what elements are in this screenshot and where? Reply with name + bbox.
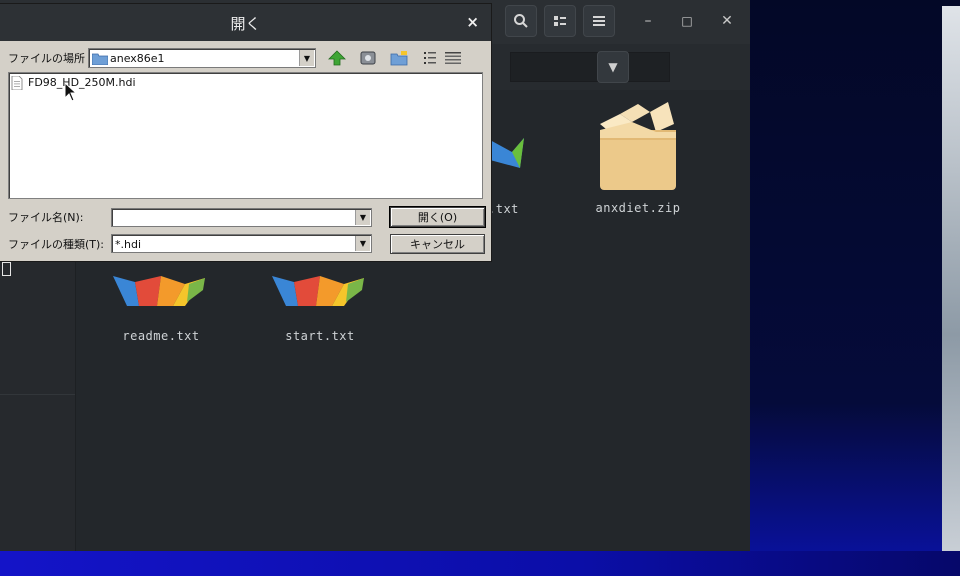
dialog-titlebar: 開く × [0,4,491,41]
filename-input[interactable]: ▼ [111,208,372,227]
list-view-icon [424,52,436,64]
details-view-button[interactable] [442,48,464,68]
filename-label: ファイル名(N): [8,211,84,224]
desktop-button[interactable] [357,48,379,68]
location-label: ファイルの場所 [8,52,85,65]
taskbar [0,551,960,576]
file-name: anxdiet.zip [595,201,681,215]
sidebar-divider [0,394,75,395]
file-item[interactable]: start.txt [260,262,380,352]
text-file-icon [272,276,364,306]
maximize-button[interactable]: □ [675,10,699,32]
open-button[interactable]: 開く(O) [389,206,486,228]
file-name: start.txt [285,329,355,343]
text-file-icon [490,138,524,168]
file-icon [11,76,23,90]
minimize-icon: – [644,13,652,29]
desktop-icon [360,51,376,65]
close-icon[interactable]: × [466,13,479,31]
up-folder-button[interactable] [326,48,348,68]
menu-button[interactable] [583,5,615,37]
mouse-pointer-icon [64,82,78,102]
path-field[interactable] [510,52,670,82]
cancel-button[interactable]: キャンセル [390,234,485,254]
minimize-button[interactable]: – [636,10,660,32]
filetype-label: ファイルの種類(T): [8,238,105,251]
file-name: .txt [488,202,519,216]
close-icon: ✕ [721,13,733,29]
new-folder-icon [390,51,408,66]
details-view-icon [445,52,461,64]
dialog-title: 開く [230,15,261,33]
text-file-icon [113,276,205,306]
filetype-select[interactable]: *.hdi ▼ [111,234,372,253]
search-icon [514,14,528,28]
path-dropdown-button[interactable]: ▼ [597,51,629,83]
filetype-value: *.hdi [115,238,142,251]
view-toggle-button[interactable] [544,5,576,37]
chevron-down-icon[interactable]: ▼ [355,210,370,225]
close-window-button[interactable]: ✕ [715,10,739,32]
file-item[interactable]: anxdiet.zip [578,100,698,220]
new-folder-button[interactable] [388,48,410,68]
view-toggle-icon [554,16,566,26]
file-list[interactable]: FD98_HD_250M.hdi [8,72,483,199]
maximize-icon: □ [681,14,693,28]
up-folder-icon [328,50,346,66]
chevron-down-icon: ▼ [608,60,618,74]
menu-icon [593,16,605,26]
list-view-button[interactable] [419,48,441,68]
file-name: FD98_HD_250M.hdi [28,76,136,89]
file-name: readme.txt [122,329,200,343]
desktop-wallpaper [942,6,960,554]
file-item[interactable]: readme.txt [101,262,221,352]
location-select[interactable]: anex86e1 ▼ [88,48,316,68]
file-item[interactable]: .txt [488,100,530,230]
open-file-dialog: 開く × ファイルの場所 anex86e1 ▼ FD98_HD_250M.hdi… [0,4,491,261]
text-cursor-marker [2,262,11,276]
location-value: anex86e1 [110,52,165,65]
chevron-down-icon[interactable]: ▼ [355,236,370,251]
search-button[interactable] [505,5,537,37]
folder-icon [92,53,108,65]
archive-box-icon [600,102,676,190]
chevron-down-icon[interactable]: ▼ [299,50,314,66]
